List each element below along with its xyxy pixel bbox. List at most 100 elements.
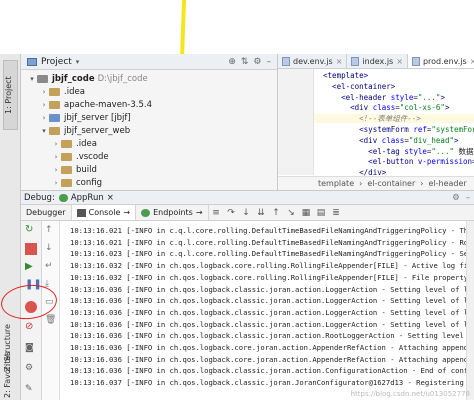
close-icon[interactable]: × <box>396 57 403 66</box>
tree-item-label: .idea <box>76 138 97 149</box>
breadcrumb-item[interactable]: el-header <box>428 179 466 188</box>
tree-item[interactable]: › .idea <box>21 85 277 98</box>
log-line: 10:13:16.036 [-INFO in ch.qos.logback.cl… <box>70 366 474 376</box>
hide-icon[interactable]: – <box>267 57 272 67</box>
chevron-right-icon[interactable]: › <box>39 114 49 122</box>
run-config-label: AppRun <box>70 192 104 203</box>
log-line: 10:13:16.037 [-INFO in ch.qos.logback.cl… <box>70 378 474 388</box>
tree-item[interactable]: › .vscode <box>21 150 277 163</box>
chevron-right-icon[interactable]: › <box>51 140 61 148</box>
close-icon[interactable]: × <box>107 193 114 203</box>
tree-item-label: .vscode <box>76 151 109 162</box>
close-icon[interactable]: × <box>470 57 474 66</box>
resume-icon[interactable]: ▶ <box>25 261 37 273</box>
collapse-icon[interactable]: ⇅ <box>241 57 249 67</box>
locate-icon[interactable]: ⊕ <box>228 57 236 67</box>
down-arrow-icon[interactable]: ↓ <box>45 243 57 255</box>
tree-item[interactable]: ▾ jbjf_code D:\jbjf_code <box>21 72 277 85</box>
run-to-cursor-icon[interactable]: ↘ <box>284 208 299 218</box>
tree-item-label: config <box>76 177 103 188</box>
vertical-scrollbar[interactable] <box>466 221 474 400</box>
tree-item[interactable]: › jbjf_server [jbjf] <box>21 111 277 124</box>
project-panel-header: Project ▾ ⊕ ⇅ ⚙ – <box>21 54 277 70</box>
chevron-right-icon[interactable]: › <box>51 166 61 174</box>
folder-icon <box>61 165 72 174</box>
soft-wrap-icon[interactable]: ↵ <box>45 261 57 273</box>
mute-breakpoints-icon[interactable]: ⊘ <box>25 321 37 333</box>
evaluate-icon[interactable]: ▦ <box>299 208 314 218</box>
project-panel: Project ▾ ⊕ ⇅ ⚙ – ▾ jbjf_code D:\jbjf_code… <box>21 54 278 201</box>
tab-console[interactable]: Console → <box>71 205 137 220</box>
breadcrumb: template › el-container › el-header <box>278 176 474 190</box>
up-arrow-icon[interactable]: ↑ <box>45 225 57 237</box>
tree-item-label: jbjf_code <box>52 73 95 84</box>
chevron-right-icon[interactable]: › <box>39 101 49 109</box>
tab-endpoints[interactable]: Endpoints → <box>136 205 209 220</box>
list-icon[interactable]: ≣ <box>329 208 344 218</box>
tree-item-path: D:\jbjf_code <box>97 73 148 84</box>
chevron-down-icon[interactable]: ▾ <box>27 75 37 83</box>
gear-icon[interactable]: ⚙ <box>452 193 460 203</box>
breadcrumb-item[interactable]: el-container <box>367 179 415 188</box>
watermark: https://blog.csdn.net/u013052778 <box>350 390 470 398</box>
close-icon[interactable]: × <box>336 57 343 66</box>
tree-item[interactable]: › config <box>21 176 277 189</box>
project-tool-tab[interactable]: 1: Project <box>3 60 18 130</box>
chevron-right-icon[interactable]: › <box>51 153 61 161</box>
log-lines: 10:13:16.021 [-INFO in c.q.l.core.rollin… <box>60 221 474 400</box>
log-line: 10:13:16.036 [-INFO in ch.qos.logback.co… <box>70 343 474 353</box>
tab-debugger[interactable]: Debugger <box>21 205 72 220</box>
settings-icon[interactable]: ⚙ <box>25 363 37 375</box>
tab-label: dev.env.js <box>293 56 333 66</box>
panel-actions: ⊕ ⇅ ⚙ – <box>228 57 277 67</box>
code-view[interactable]: <template> <el-container> <el-header sty… <box>314 71 474 179</box>
folder-icon <box>49 87 60 96</box>
menu-icon[interactable]: ≡ <box>209 208 224 218</box>
tab-label: prod.env.js <box>422 56 467 66</box>
chevron-down-icon[interactable]: ▾ <box>39 127 49 135</box>
table-icon[interactable]: ▤ <box>314 208 329 218</box>
folder-icon <box>49 100 60 109</box>
tab-prod-env[interactable]: prod.env.js × <box>407 54 474 68</box>
log-line: 10:13:16.032 [-INFO in ch.qos.logback.co… <box>70 261 474 271</box>
project-icon <box>27 57 37 66</box>
tree-item[interactable]: ▾ jbjf_server_web <box>21 124 277 137</box>
editor-tabs: dev.env.js × index.js × prod.env.js × <box>278 54 474 69</box>
tree-item[interactable]: › build <box>21 163 277 176</box>
step-out-icon[interactable]: ↑ <box>269 208 284 218</box>
debug-title-bar: Debug: AppRun × ⚙ – <box>21 190 474 205</box>
step-into-icon[interactable]: ↓ <box>239 208 254 218</box>
log-line: 10:13:16.036 [-INFO in ch.qos.logback.cl… <box>70 284 474 294</box>
chevron-right-icon: → <box>123 208 131 217</box>
log-line: 10:13:16.036 [-INFO in ch.qos.logback.cl… <box>70 319 474 329</box>
tab-label: index.js <box>362 56 394 66</box>
tree-item[interactable]: › .idea <box>21 137 277 150</box>
tab-index[interactable]: index.js × <box>347 54 408 68</box>
chevron-right-icon[interactable]: › <box>51 179 61 187</box>
tab-dev-env[interactable]: dev.env.js × <box>278 54 348 68</box>
force-step-into-icon[interactable]: ⇊ <box>254 208 269 218</box>
camera-icon[interactable]: ◙ <box>25 343 37 355</box>
hide-icon[interactable]: – <box>466 193 470 203</box>
rerun-icon[interactable]: ↻ <box>25 224 37 236</box>
pin-icon[interactable]: ✎ <box>25 384 37 396</box>
tree-item-label: apache-maven-3.5.4 <box>64 99 153 110</box>
favorites-tool-tab[interactable]: 2: Favorites <box>3 352 18 398</box>
step-over-icon[interactable]: ↷ <box>224 208 239 218</box>
console-output[interactable]: 10:13:16.021 [-INFO in c.q.l.core.rollin… <box>60 221 474 400</box>
chevron-down-icon[interactable]: ▾ <box>76 58 80 66</box>
editor-area: dev.env.js × index.js × prod.env.js × <t… <box>278 54 474 190</box>
folder-icon <box>49 126 60 135</box>
project-header-label[interactable]: Project <box>41 57 72 67</box>
chevron-right-icon[interactable]: › <box>39 88 49 96</box>
js-file-icon <box>282 56 290 66</box>
run-config-tab[interactable]: AppRun × <box>58 192 114 203</box>
breadcrumb-item[interactable]: template <box>318 179 354 188</box>
endpoints-icon <box>141 208 151 217</box>
stop-icon[interactable] <box>25 243 37 255</box>
project-tree: ▾ jbjf_code D:\jbjf_code › .idea › apache-mave… <box>21 70 277 202</box>
clear-icon[interactable]: 🗑 <box>45 315 57 327</box>
gear-icon[interactable]: ⚙ <box>253 57 261 67</box>
log-line: 10:13:16.036 [-INFO in ch.qos.logback.cl… <box>70 307 474 317</box>
tree-item[interactable]: › apache-maven-3.5.4 <box>21 98 277 111</box>
